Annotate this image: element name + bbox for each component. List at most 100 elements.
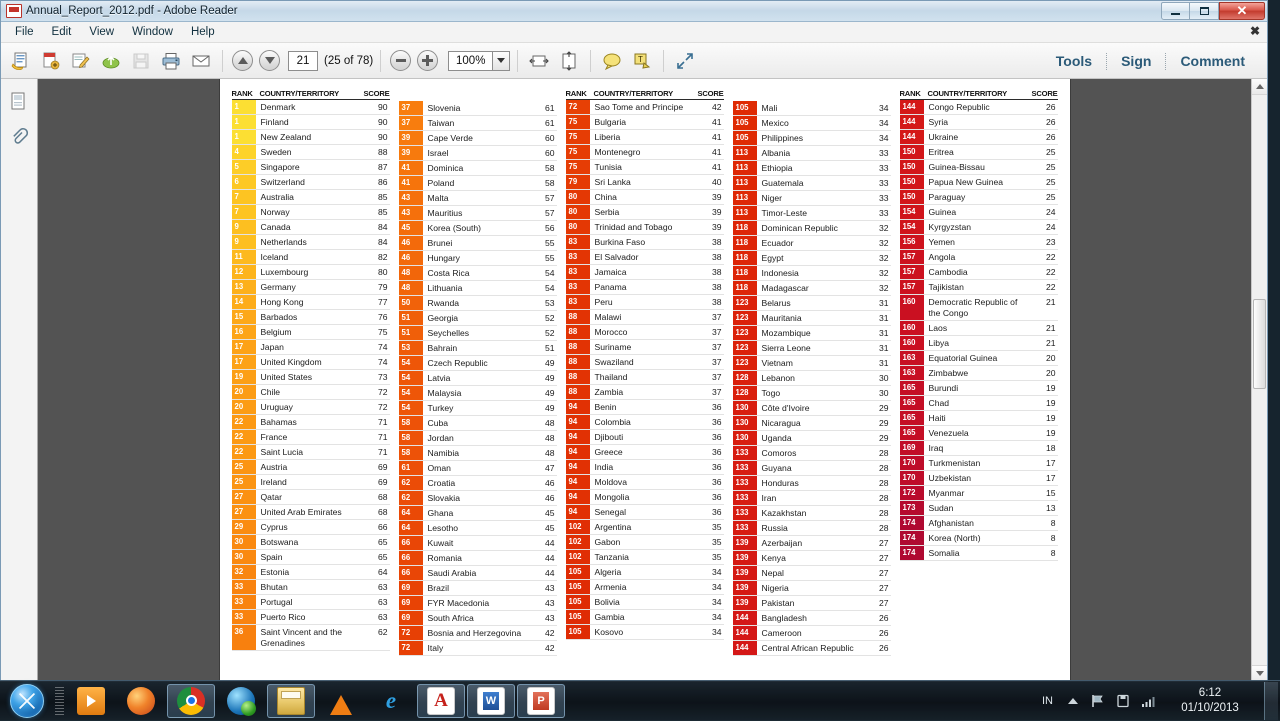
- score-cell: 44: [531, 536, 557, 550]
- taskbar-microsoft-powerpoint[interactable]: P: [517, 684, 565, 718]
- rank-cell: 17: [232, 340, 256, 354]
- table-row: 4Sweden88: [232, 145, 390, 160]
- clock-date: 01/10/2013: [1169, 701, 1251, 716]
- removable-media-icon[interactable]: [1115, 693, 1131, 709]
- rank-cell: 83: [566, 280, 590, 294]
- taskbar-internet-download-manager[interactable]: [217, 684, 265, 718]
- score-cell: 34: [698, 595, 724, 609]
- page-number-input[interactable]: 21: [288, 51, 318, 71]
- menu-file[interactable]: File: [6, 23, 43, 41]
- action-center-flag-icon[interactable]: [1090, 693, 1106, 709]
- rank-cell: 102: [566, 520, 590, 534]
- taskbar-firefox[interactable]: [117, 684, 165, 718]
- zoom-out-icon[interactable]: [390, 50, 411, 71]
- rank-cell: 9: [232, 235, 256, 249]
- rank-cell: 118: [733, 221, 757, 235]
- rank-cell: 139: [733, 551, 757, 565]
- sign-button[interactable]: Sign: [1107, 53, 1165, 69]
- fullscreen-icon[interactable]: [671, 47, 699, 75]
- score-cell: 49: [531, 386, 557, 400]
- table-row: 48Costa Rica54: [399, 266, 557, 281]
- table-row: 123Sierra Leone31: [733, 341, 891, 356]
- email-icon[interactable]: [187, 47, 215, 75]
- system-tray: IN 6:12 01/10/2013: [1039, 681, 1280, 721]
- country-cell: Czech Republic: [423, 356, 531, 370]
- document-view-area[interactable]: RANKCOUNTRY/TERRITORYSCORE1Denmark901Fin…: [38, 79, 1251, 681]
- country-cell: Cyprus: [256, 520, 364, 534]
- taskbar-windows-explorer[interactable]: [267, 684, 315, 718]
- scrollbar-thumb[interactable]: [1253, 299, 1266, 389]
- create-pdf-icon[interactable]: [37, 47, 65, 75]
- country-cell: Australia: [256, 190, 364, 204]
- score-cell: 54: [531, 281, 557, 295]
- taskbar-adobe-reader[interactable]: A: [417, 684, 465, 718]
- window-title-bar[interactable]: Annual_Report_2012.pdf - Adobe Reader ✕: [1, 1, 1267, 22]
- save-icon[interactable]: [127, 47, 155, 75]
- language-indicator[interactable]: IN: [1039, 695, 1056, 707]
- scroll-up-icon[interactable]: [1252, 79, 1267, 95]
- taskbar-grip[interactable]: [55, 687, 64, 715]
- show-desktop-button[interactable]: [1264, 682, 1278, 720]
- sign-document-icon[interactable]: [67, 47, 95, 75]
- toolbar-separator: [590, 50, 591, 72]
- menu-edit[interactable]: Edit: [43, 23, 81, 41]
- taskbar-windows-media-player[interactable]: [67, 684, 115, 718]
- previous-page-icon[interactable]: [232, 50, 253, 71]
- score-cell: 49: [531, 356, 557, 370]
- table-row: 22France71: [232, 430, 390, 445]
- network-signal-icon[interactable]: [1140, 693, 1156, 709]
- zoom-dropdown-chevron-down-icon[interactable]: [492, 51, 510, 71]
- comment-button[interactable]: Comment: [1166, 53, 1259, 69]
- page-thumbnails-icon[interactable]: [6, 89, 32, 115]
- table-row: 20Chile72: [232, 385, 390, 400]
- table-row: 75Tunisia41: [566, 160, 724, 175]
- vertical-scrollbar[interactable]: [1251, 79, 1267, 681]
- scroll-down-icon[interactable]: [1252, 665, 1267, 681]
- table-row: 150Papua New Guinea25: [900, 175, 1058, 190]
- start-button[interactable]: [2, 682, 52, 720]
- country-cell: Sierra Leone: [757, 341, 865, 355]
- fit-width-icon[interactable]: [525, 47, 553, 75]
- table-row: 94Greece36: [566, 445, 724, 460]
- taskbar-internet-explorer[interactable]: e: [367, 684, 415, 718]
- rank-cell: 83: [566, 235, 590, 249]
- menu-window[interactable]: Window: [123, 23, 182, 41]
- rank-cell: 58: [399, 416, 423, 430]
- country-cell: Denmark: [256, 100, 364, 114]
- rank-cell: 144: [900, 130, 924, 144]
- taskbar-google-chrome[interactable]: [167, 684, 215, 718]
- country-cell: Vietnam: [757, 356, 865, 370]
- pdf-page: RANKCOUNTRY/TERRITORYSCORE1Denmark901Fin…: [220, 79, 1070, 681]
- rank-cell: 105: [566, 595, 590, 609]
- country-cell: Botswana: [256, 535, 364, 549]
- rank-cell: 22: [232, 445, 256, 459]
- country-cell: Kenya: [757, 551, 865, 565]
- print-icon[interactable]: [157, 47, 185, 75]
- add-comment-icon[interactable]: [598, 47, 626, 75]
- clock[interactable]: 6:12 01/10/2013: [1165, 686, 1251, 716]
- rank-cell: 102: [566, 550, 590, 564]
- menu-help[interactable]: Help: [182, 23, 224, 41]
- attachments-icon[interactable]: [6, 125, 32, 151]
- highlight-text-icon[interactable]: T: [628, 47, 656, 75]
- taskbar-vlc-media-player[interactable]: [317, 684, 365, 718]
- upload-cloud-icon[interactable]: [97, 47, 125, 75]
- minimize-button[interactable]: [1161, 2, 1190, 20]
- tools-button[interactable]: Tools: [1042, 53, 1106, 69]
- score-cell: 31: [865, 311, 891, 325]
- country-cell: Panama: [590, 280, 698, 294]
- zoom-level-input[interactable]: 100%: [448, 51, 492, 71]
- next-page-icon[interactable]: [259, 50, 280, 71]
- table-row: 66Kuwait44: [399, 536, 557, 551]
- menu-view[interactable]: View: [80, 23, 123, 41]
- taskbar-microsoft-word[interactable]: W: [467, 684, 515, 718]
- fit-page-icon[interactable]: [555, 47, 583, 75]
- show-hidden-icons-chevron[interactable]: [1065, 693, 1081, 709]
- restore-button[interactable]: [1190, 2, 1219, 20]
- zoom-in-icon[interactable]: [417, 50, 438, 71]
- score-cell: 38: [698, 280, 724, 294]
- table-row: 33Puerto Rico63: [232, 610, 390, 625]
- close-button[interactable]: ✕: [1219, 2, 1265, 20]
- close-document-icon[interactable]: ✖: [1250, 25, 1260, 37]
- open-file-icon[interactable]: [7, 47, 35, 75]
